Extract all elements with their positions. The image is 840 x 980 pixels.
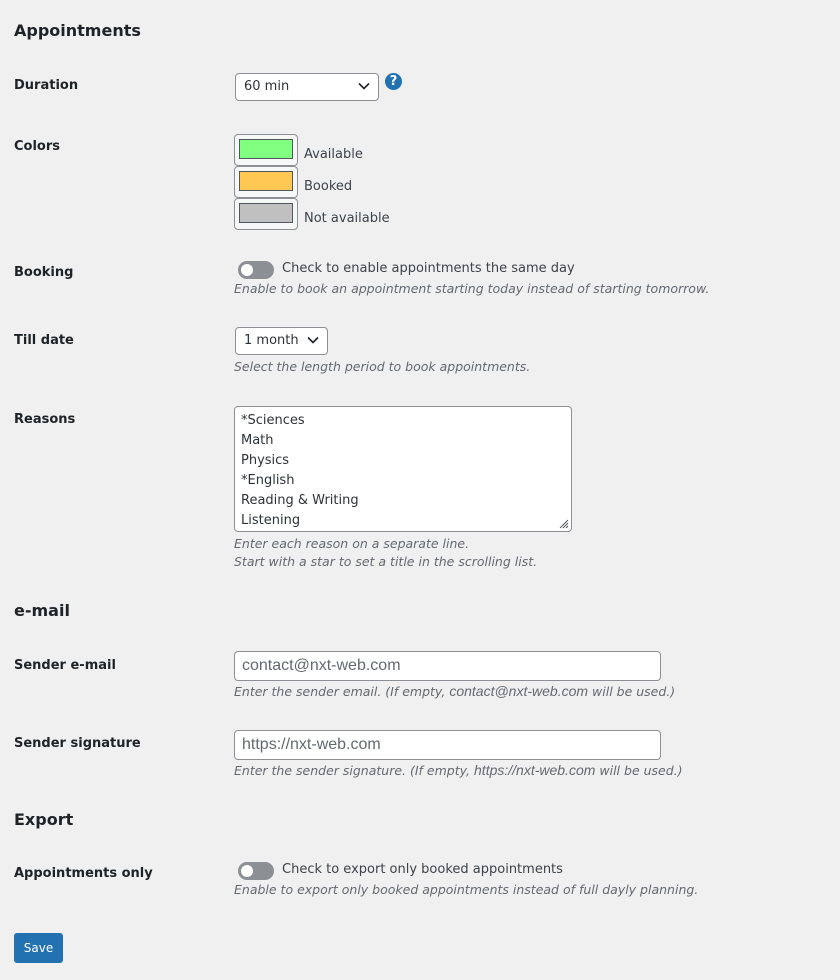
color-label-available: Available (304, 147, 363, 162)
reasons-description-2: Start with a star to set a title in the … (234, 554, 538, 569)
till-date-value: 1 month (244, 333, 299, 348)
reasons-label: Reasons (14, 412, 76, 427)
sender-email-desc-suffix: will be used.) (592, 684, 676, 699)
reasons-description-1: Enter each reason on a separate line. (234, 536, 470, 551)
sender-signature-desc-suffix: will be used.) (599, 763, 683, 778)
help-icon[interactable]: ? (385, 73, 402, 90)
sender-signature-label: Sender signature (14, 736, 141, 751)
reason-line: Math (241, 433, 274, 448)
appointments-only-label: Appointments only (14, 866, 153, 881)
color-picker-not-available[interactable] (234, 198, 298, 230)
toggle-knob (241, 264, 253, 276)
reason-line: Listening (241, 513, 301, 528)
resize-grip-icon[interactable] (557, 517, 569, 529)
till-date-label: Till date (14, 333, 74, 348)
duration-label: Duration (14, 78, 79, 93)
reasons-textarea[interactable]: *Sciences Math Physics *English Reading … (234, 406, 572, 532)
color-picker-booked[interactable] (234, 166, 298, 198)
booking-same-day-toggle[interactable] (238, 261, 274, 279)
till-date-select[interactable]: 1 month (235, 327, 328, 355)
sender-signature-input[interactable]: https://nxt-web.com (234, 730, 661, 760)
reason-line: Reading & Writing (241, 493, 359, 508)
color-swatch-available (239, 139, 293, 159)
save-button[interactable]: Save (14, 933, 63, 963)
color-label-booked: Booked (304, 179, 353, 194)
sender-signature-desc-value: https://nxt-web.com (474, 762, 596, 778)
color-swatch-booked (239, 171, 293, 191)
booking-description: Enable to book an appointment starting t… (234, 281, 710, 296)
till-date-description: Select the length period to book appoint… (234, 359, 531, 374)
chevron-down-icon (358, 82, 370, 90)
booking-label: Booking (14, 265, 74, 280)
duration-select[interactable]: 60 min (235, 73, 379, 101)
colors-label: Colors (14, 139, 61, 154)
sender-email-placeholder: contact@nxt-web.com (242, 657, 401, 674)
sender-email-desc-prefix: Enter the sender email. (If empty, (234, 684, 446, 699)
color-label-not-available: Not available (304, 211, 390, 226)
sender-email-label: Sender e-mail (14, 658, 116, 673)
chevron-down-icon (307, 336, 319, 344)
sender-signature-desc-prefix: Enter the sender signature. (If empty, (234, 763, 471, 778)
appointments-only-toggle[interactable] (238, 862, 274, 880)
sender-email-input[interactable]: contact@nxt-web.com (234, 651, 661, 681)
sender-email-desc-value: contact@nxt-web.com (449, 683, 589, 699)
reason-line: *Sciences (241, 413, 305, 428)
color-picker-available[interactable] (234, 134, 298, 166)
toggle-knob (241, 865, 253, 877)
appointments-only-toggle-text: Check to export only booked appointments (282, 862, 563, 877)
booking-toggle-text: Check to enable appointments the same da… (282, 261, 575, 276)
sender-email-description: Enter the sender email. (If empty, conta… (234, 683, 675, 699)
duration-value: 60 min (244, 79, 290, 94)
color-swatch-not-available (239, 203, 293, 223)
section-title-appointments: Appointments (14, 21, 141, 40)
section-title-email: e-mail (14, 601, 70, 620)
reason-line: *English (241, 473, 295, 488)
reason-line: Physics (241, 453, 290, 468)
section-title-export: Export (14, 810, 74, 829)
appointments-only-description: Enable to export only booked appointment… (234, 882, 699, 897)
sender-signature-placeholder: https://nxt-web.com (242, 736, 381, 753)
sender-signature-description: Enter the sender signature. (If empty, h… (234, 762, 683, 778)
